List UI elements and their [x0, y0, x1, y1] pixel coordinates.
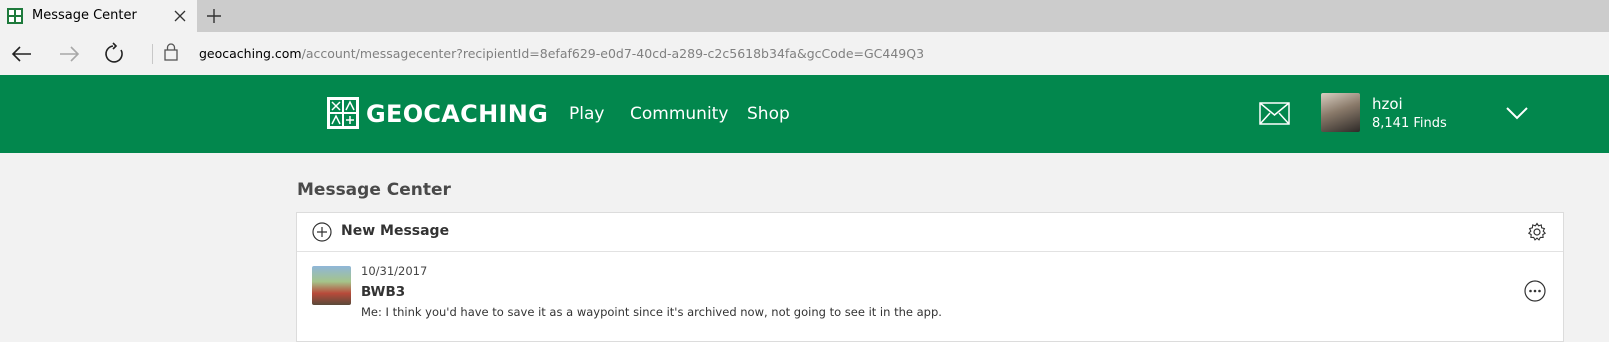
- url-host: geocaching.com: [199, 46, 302, 61]
- chevron-down-icon[interactable]: [1505, 105, 1529, 121]
- message-date: 10/31/2017: [361, 264, 428, 278]
- sender-avatar[interactable]: [312, 266, 351, 305]
- new-message-button[interactable]: New Message: [341, 213, 449, 249]
- message-toolbar: New Message: [297, 213, 1563, 252]
- browser-tab-strip: Message Center: [0, 0, 1609, 32]
- address-separator: [152, 44, 153, 64]
- finds-count: 8,141 Finds: [1372, 116, 1447, 131]
- more-options-icon[interactable]: [1524, 280, 1546, 302]
- nav-community[interactable]: Community: [630, 75, 728, 153]
- plus-circle-icon[interactable]: [312, 222, 332, 242]
- url-path: /account/messagecenter?recipientId=8efaf…: [301, 46, 925, 61]
- forward-arrow-icon[interactable]: [57, 42, 81, 66]
- user-avatar[interactable]: [1321, 93, 1360, 132]
- nav-shop[interactable]: Shop: [747, 75, 790, 153]
- browser-tab[interactable]: Message Center: [0, 0, 197, 32]
- message-sender[interactable]: BWB3: [361, 284, 405, 300]
- message-preview: Me: I think you'd have to save it as a w…: [361, 305, 942, 319]
- gear-icon[interactable]: [1527, 222, 1547, 242]
- tab-title: Message Center: [32, 8, 137, 23]
- envelope-icon[interactable]: [1259, 102, 1290, 125]
- new-tab-plus-icon[interactable]: [204, 6, 224, 26]
- address-bar-row: geocaching.com/account/messagecenter?rec…: [0, 32, 1609, 75]
- lock-icon[interactable]: [163, 42, 179, 62]
- message-panel: New Message 10/31/2017 BWB3 Me: I think …: [296, 212, 1564, 342]
- geocaching-favicon-icon: [7, 8, 23, 24]
- nav-play[interactable]: Play: [569, 75, 604, 153]
- page-title: Message Center: [297, 180, 451, 200]
- logo-wordmark[interactable]: GEOCACHING: [366, 75, 548, 153]
- site-header: GEOCACHING Play Community Shop: [0, 75, 1609, 153]
- url-field[interactable]: geocaching.com/account/messagecenter?rec…: [199, 32, 924, 75]
- refresh-icon[interactable]: [103, 42, 127, 66]
- username[interactable]: hzoi: [1372, 95, 1403, 113]
- close-icon[interactable]: [172, 8, 188, 24]
- geocaching-logo-icon[interactable]: [327, 97, 359, 129]
- back-arrow-icon[interactable]: [10, 42, 34, 66]
- message-row[interactable]: 10/31/2017 BWB3 Me: I think you'd have t…: [297, 252, 1563, 342]
